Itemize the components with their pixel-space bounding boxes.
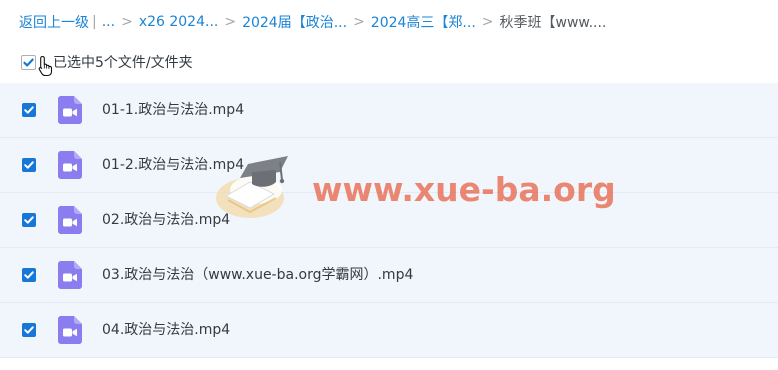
select-all-checkbox[interactable] <box>21 54 36 70</box>
file-row[interactable]: 03.政治与法治（www.xue-ba.org学霸网）.mp4 <box>0 248 778 303</box>
row-checkbox[interactable] <box>22 268 36 282</box>
checkmark-icon <box>24 216 34 224</box>
breadcrumb-ellipsis[interactable]: ... <box>102 14 115 30</box>
video-file-icon <box>58 151 82 179</box>
breadcrumb-item[interactable]: x26 2024... <box>139 14 219 30</box>
file-list: 01-1.政治与法治.mp4 01-2.政治与法治.mp4 02.政治与法治.m… <box>0 83 778 358</box>
video-file-icon <box>58 261 82 289</box>
back-link[interactable]: 返回上一级 <box>19 12 89 32</box>
breadcrumb-separator: > <box>224 14 237 30</box>
file-name[interactable]: 02.政治与法治.mp4 <box>102 210 230 230</box>
breadcrumb-pipe: | <box>92 14 97 30</box>
breadcrumb-separator: > <box>121 14 133 30</box>
breadcrumb-item[interactable]: 2024届【政治... <box>242 12 347 32</box>
hand-cursor-icon <box>38 55 53 77</box>
file-row[interactable]: 01-2.政治与法治.mp4 <box>0 138 778 193</box>
video-file-icon <box>58 316 82 344</box>
checkmark-icon <box>24 271 34 279</box>
file-row[interactable]: 02.政治与法治.mp4 <box>0 193 778 248</box>
file-name[interactable]: 03.政治与法治（www.xue-ba.org学霸网）.mp4 <box>102 265 413 285</box>
row-checkbox[interactable] <box>22 213 36 227</box>
row-checkbox[interactable] <box>22 103 36 117</box>
file-row[interactable]: 01-1.政治与法治.mp4 <box>0 83 778 138</box>
breadcrumb-separator: > <box>481 14 494 30</box>
video-file-icon <box>58 96 82 124</box>
file-name[interactable]: 01-2.政治与法治.mp4 <box>102 155 244 175</box>
file-name[interactable]: 04.政治与法治.mp4 <box>102 320 230 340</box>
file-row[interactable]: 04.政治与法治.mp4 <box>0 303 778 358</box>
file-name[interactable]: 01-1.政治与法治.mp4 <box>102 100 244 120</box>
breadcrumb-item[interactable]: 2024高三【郑... <box>371 12 476 32</box>
row-checkbox[interactable] <box>22 158 36 172</box>
checkmark-icon <box>24 161 34 169</box>
video-file-icon <box>58 206 82 234</box>
row-checkbox[interactable] <box>22 323 36 337</box>
checkmark-icon <box>24 106 34 114</box>
breadcrumb-separator: > <box>353 14 365 30</box>
file-browser: 返回上一级 | ... > x26 2024... > 2024届【政治... … <box>0 0 778 370</box>
selection-count-label: 已选中5个文件/文件夹 <box>53 55 193 71</box>
breadcrumb: 返回上一级 | ... > x26 2024... > 2024届【政治... … <box>19 12 606 32</box>
checkmark-icon <box>23 58 34 66</box>
breadcrumb-current: 秋季班【www.... <box>499 15 607 31</box>
checkmark-icon <box>24 326 34 334</box>
